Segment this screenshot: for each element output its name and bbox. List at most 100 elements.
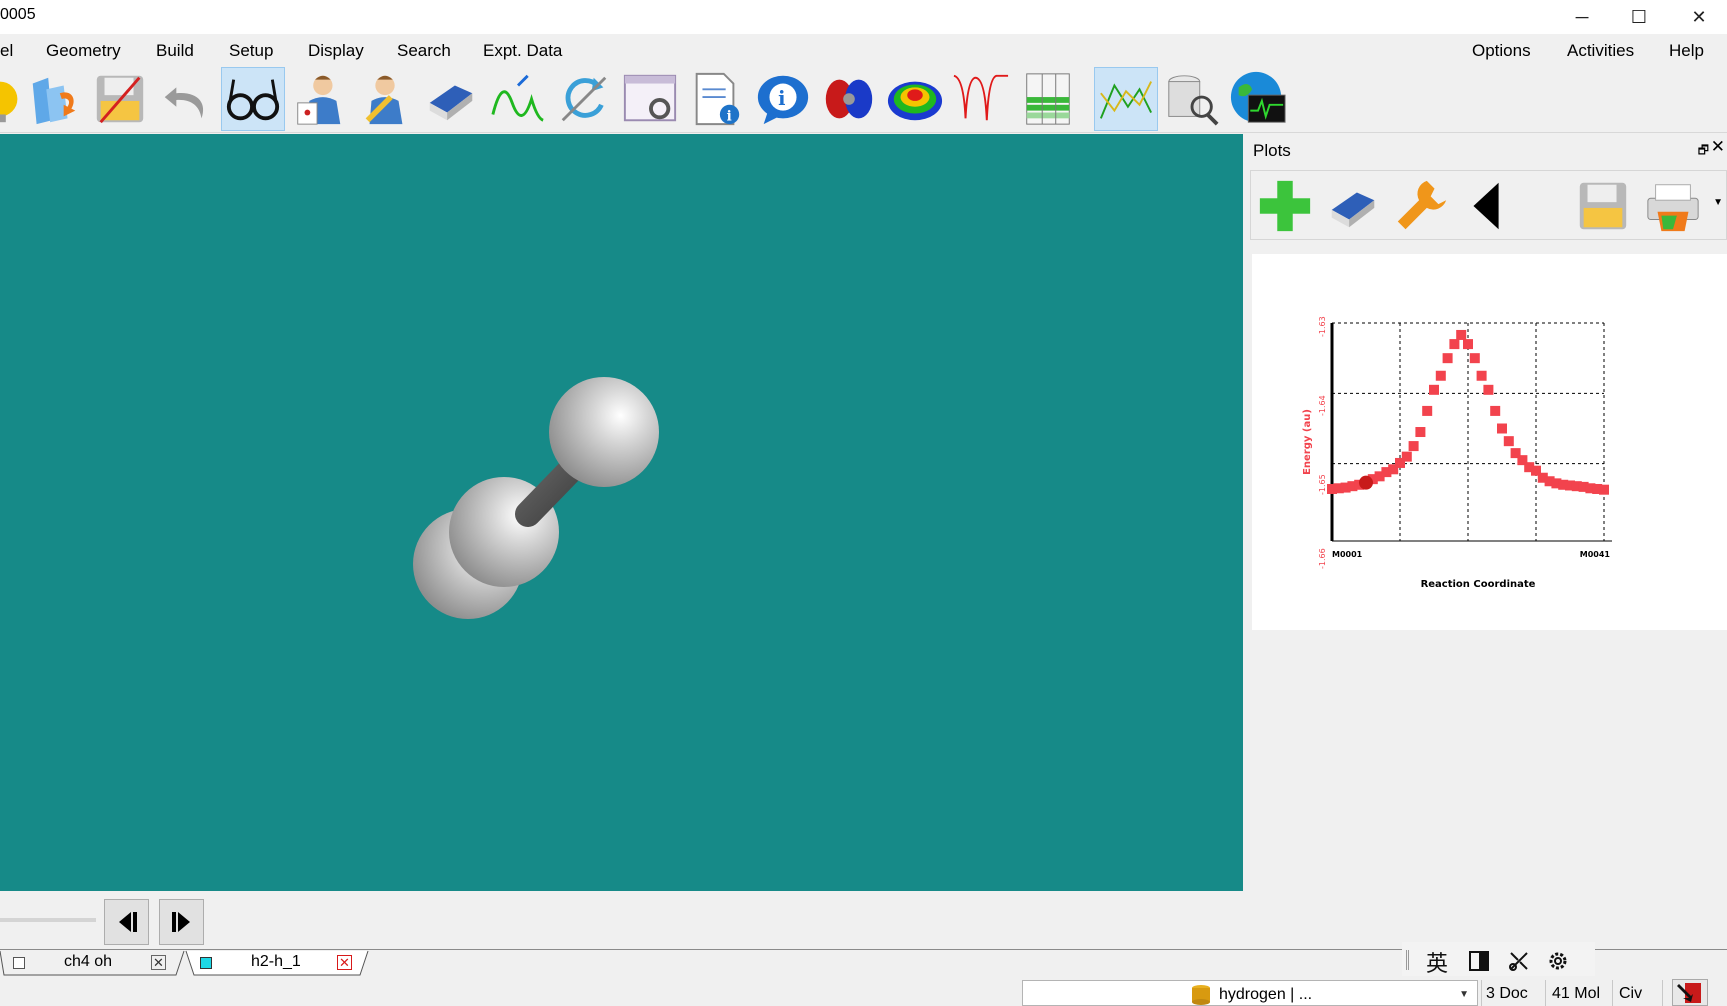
surface-button[interactable] [883,67,947,131]
menu-display[interactable]: Display [308,41,364,61]
data-point[interactable] [1415,427,1426,438]
close-panel-icon[interactable]: ✕ [1711,137,1725,157]
maximize-icon: ☐ [1630,6,1648,27]
builder-button[interactable] [287,67,351,131]
plot-settings-button[interactable] [1389,175,1453,237]
wave-button[interactable] [486,67,550,131]
data-point[interactable] [1476,370,1487,381]
menu-expt-data[interactable]: Expt. Data [483,41,562,61]
current-point-marker[interactable] [1359,475,1373,490]
table-button[interactable] [1016,67,1080,131]
menu-model[interactable]: el [0,41,13,61]
close-icon: ✕ [1691,6,1707,27]
plot-eraser-button[interactable] [1321,175,1385,237]
minimize-button[interactable]: ─ [1554,0,1610,34]
add-plot-button[interactable] [1253,175,1317,237]
undo-button[interactable] [154,67,218,131]
menu-geometry[interactable]: Geometry [46,41,121,61]
chart-grid [1332,322,1605,541]
data-point[interactable] [1469,353,1480,364]
data-point[interactable] [1490,405,1501,416]
menu-build[interactable]: Build [156,41,194,61]
tab-ch4-oh[interactable]: ch4 oh ✕ [0,950,180,976]
data-point[interactable] [1497,423,1507,434]
data-point[interactable] [1463,339,1473,350]
main-toolbar: i i [0,65,1727,133]
data-point[interactable] [1401,451,1412,462]
builder-person-icon [297,75,341,125]
spectrum-button[interactable] [949,67,1013,131]
menu-activities[interactable]: Activities [1567,41,1634,61]
data-point[interactable] [1456,329,1467,340]
tab-color-swatch [200,957,212,969]
tab-h2-h-1[interactable]: h2-h_1 ✕ [190,950,366,976]
ime-grip[interactable] [1406,950,1409,970]
float-panel-icon[interactable]: 🗗 [1698,141,1709,162]
menu-bar: el Geometry Build Setup Display Search E… [0,34,1727,65]
data-point[interactable] [1422,405,1433,416]
plot-print-button[interactable] [1641,175,1705,237]
plot-icon [1099,81,1152,119]
plot-back-button[interactable] [1455,175,1519,237]
ime-toolbar: 英 [1402,942,1595,978]
data-point[interactable] [1429,384,1439,395]
window-settings-button[interactable] [618,67,682,131]
tools-icon[interactable] [1508,950,1530,972]
energy-chart[interactable]: -1.63 -1.64 -1.65 -1.66 Energy (au) M000… [1252,254,1727,630]
tab-label: ch4 oh [64,953,113,970]
step-forward-button[interactable] [159,899,204,945]
eraser-icon [429,85,473,121]
open-button[interactable] [22,67,86,131]
menu-search[interactable]: Search [397,41,451,61]
eraser-button[interactable] [419,67,483,131]
doc-info-button[interactable]: i [684,67,748,131]
menu-options[interactable]: Options [1472,41,1531,61]
menu-setup[interactable]: Setup [229,41,273,61]
tab-close-icon[interactable]: ✕ [337,955,352,970]
globe-monitor-button[interactable] [1226,67,1290,131]
data-point[interactable] [1449,339,1460,350]
molecule-viewport[interactable] [0,134,1243,891]
data-point[interactable] [1503,436,1514,447]
chevron-down-icon: ▼ [1459,989,1469,1000]
database-search-button[interactable] [1160,67,1224,131]
half-width-icon[interactable] [1468,950,1490,972]
view-button[interactable] [221,67,285,131]
data-point[interactable] [1442,353,1453,364]
step-back-button[interactable] [104,899,149,945]
gear-icon[interactable] [1547,950,1569,972]
editor-button[interactable] [353,67,417,131]
refresh-button[interactable] [552,67,616,131]
ime-lang-button[interactable]: 英 [1426,946,1448,978]
close-button[interactable]: ✕ [1671,0,1727,34]
plots-panel: Plots 🗗 ✕ ▼ -1.63 -1.64 -1.65 -1.66 Ener… [1246,134,1727,891]
data-point[interactable] [1435,370,1446,381]
database-combobox[interactable]: hydrogen | ... ▼ [1022,980,1478,1006]
data-point[interactable] [1483,384,1494,395]
print-dropdown-arrow-icon[interactable]: ▼ [1713,197,1723,208]
menu-help[interactable]: Help [1669,41,1704,61]
undo-icon [164,87,204,119]
maximize-button[interactable]: ☐ [1611,0,1667,34]
status-divider [1545,980,1546,1006]
plot-area[interactable]: -1.63 -1.64 -1.65 -1.66 Energy (au) M000… [1252,254,1727,630]
save-button[interactable] [88,67,152,131]
database-icon [1192,985,1210,1005]
molecule-canvas[interactable] [0,134,1243,891]
info-bubble-icon: i [757,75,809,125]
playback-slider-track[interactable] [0,918,96,922]
hydrogen-atom-front[interactable] [549,377,659,487]
back-arrow-icon [1473,182,1499,230]
wrench-icon [1397,180,1447,230]
data-point[interactable] [1408,441,1419,452]
plot-save-button[interactable] [1571,175,1635,237]
exit-button[interactable] [1672,979,1708,1006]
status-bar: hydrogen | ... ▼ 3 Doc 41 Mol Civ [0,976,1727,1006]
orbital-button[interactable] [817,67,881,131]
tab-color-swatch [13,957,25,969]
info-button[interactable]: i [751,67,815,131]
window-title: 0005 [0,6,36,23]
data-point[interactable] [1599,484,1609,495]
tab-close-icon[interactable]: ✕ [151,955,166,970]
plot-button[interactable] [1094,67,1158,131]
